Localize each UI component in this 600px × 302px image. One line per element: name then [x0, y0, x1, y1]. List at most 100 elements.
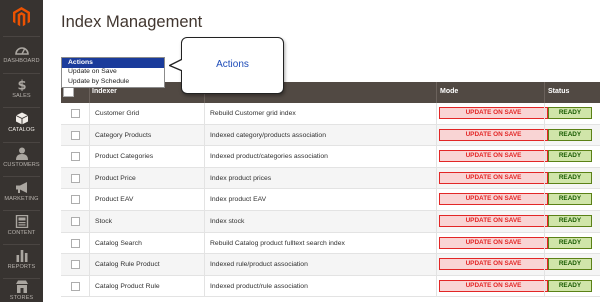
status-badge: READY [548, 171, 592, 184]
table-row[interactable]: Product Categories Indexed product/categ… [61, 146, 600, 168]
sidebar-divider [3, 244, 40, 245]
table-row[interactable]: Product EAV Index product EAV UPDATE ON … [61, 189, 600, 211]
sidebar-item-catalog[interactable]: CATALOG [0, 109, 43, 143]
column-divider [436, 167, 437, 189]
table-row[interactable]: Customer Grid Rebuild Customer grid inde… [61, 103, 600, 125]
indexer-cell: Category Products [95, 131, 152, 139]
sidebar-divider [3, 73, 40, 74]
row-checkbox[interactable] [71, 217, 80, 226]
row-checkbox[interactable] [71, 173, 80, 183]
table-row[interactable]: Stock Index stock UPDATE ON SAVE READY [61, 211, 600, 233]
table-row[interactable]: Catalog Search Rebuild Catalog product f… [61, 232, 600, 255]
mode-badge: UPDATE ON SAVE [439, 150, 548, 163]
column-divider [544, 254, 545, 275]
row-checkbox[interactable] [71, 238, 80, 248]
table-row[interactable]: Product Price Index product prices UPDAT… [61, 167, 600, 190]
column-divider [89, 103, 90, 124]
column-divider [204, 211, 205, 232]
sidebar-item-label: MARKETING [4, 196, 39, 202]
mode-badge: UPDATE ON SAVE [439, 258, 548, 271]
row-checkbox[interactable] [71, 260, 80, 270]
table-row[interactable]: Catalog Rule Product Indexed rule/produc… [61, 254, 600, 276]
column-divider [436, 189, 437, 210]
column-divider [204, 124, 205, 146]
magento-logo-icon[interactable] [0, 0, 43, 34]
description-cell: Indexed product/rule association [210, 282, 308, 290]
sidebar-item-content[interactable]: CONTENT [0, 212, 43, 246]
column-divider [436, 232, 437, 254]
status-badge: READY [548, 215, 592, 227]
dollar-icon: $ [17, 79, 26, 92]
option-update-by-schedule[interactable]: Update by Schedule [68, 78, 129, 85]
column-divider [204, 167, 205, 189]
column-divider [436, 211, 437, 232]
indexer-cell: Customer Grid [95, 110, 140, 117]
megaphone-icon [15, 182, 27, 193]
sidebar-item-label: SALES [12, 93, 31, 99]
indexer-cell: Stock [95, 218, 112, 225]
option-update-on-save[interactable]: Update on Save [68, 68, 117, 75]
column-divider [89, 189, 90, 210]
sidebar-item-marketing[interactable]: MARKETING [0, 178, 43, 212]
sidebar-item-dashboard[interactable]: DASHBOARD [0, 40, 43, 74]
description-cell: Indexed product/categories association [210, 153, 328, 161]
column-divider [89, 254, 90, 275]
column-header-mode[interactable]: Mode [440, 88, 458, 95]
sidebar-item-stores[interactable]: STORES [0, 278, 43, 302]
column-divider [89, 211, 90, 232]
row-checkbox[interactable] [71, 130, 80, 140]
column-divider [204, 254, 205, 275]
row-checkbox[interactable] [71, 109, 80, 118]
column-divider [436, 103, 437, 124]
status-badge: READY [548, 236, 592, 249]
table-row[interactable]: Category Products Indexed category/produ… [61, 124, 600, 147]
row-checkbox[interactable] [71, 281, 80, 291]
column-divider [204, 232, 205, 254]
mode-badge: UPDATE ON SAVE [439, 193, 548, 206]
indexer-cell: Product EAV [95, 196, 134, 204]
column-divider [544, 82, 545, 103]
column-header-indexer[interactable]: Indexer [92, 88, 117, 95]
column-divider [544, 103, 545, 124]
mode-badge: UPDATE ON SAVE [439, 279, 548, 292]
column-divider [89, 167, 90, 189]
description-cell: Index product prices [210, 174, 272, 182]
column-divider [544, 232, 545, 254]
column-divider [89, 275, 90, 297]
indexer-cell: Product Categories [95, 153, 154, 161]
status-badge: READY [548, 107, 592, 119]
sidebar-item-label: CATALOG [8, 127, 35, 133]
actions-dropdown[interactable]: Actions Update on Save Update by Schedul… [61, 57, 165, 88]
admin-sidebar: DASHBOARD $ SALES CATALOG CUSTOMERS MARK… [0, 0, 43, 302]
mode-badge: UPDATE ON SAVE [439, 215, 548, 227]
sidebar-divider [3, 142, 40, 143]
column-divider [544, 124, 545, 146]
mode-badge: UPDATE ON SAVE [439, 128, 548, 141]
column-divider [89, 124, 90, 146]
actions-selected-option[interactable]: Actions [62, 58, 164, 68]
column-divider [436, 82, 437, 103]
description-cell: Rebuild Catalog product fulltext search … [210, 239, 345, 247]
indexer-cell: Catalog Product Rule [95, 282, 160, 290]
store-icon [15, 280, 28, 293]
actions-callout: Actions [181, 37, 284, 94]
sidebar-item-customers[interactable]: CUSTOMERS [0, 144, 43, 178]
mode-badge: UPDATE ON SAVE [439, 236, 548, 249]
row-checkbox[interactable] [71, 195, 80, 205]
sidebar-item-label: CUSTOMERS [3, 162, 40, 168]
sidebar-divider [3, 176, 40, 177]
column-header-status[interactable]: Status [548, 88, 569, 95]
status-badge: READY [548, 193, 592, 206]
indexer-cell: Product Price [95, 174, 136, 182]
column-divider [436, 275, 437, 297]
mode-badge: UPDATE ON SAVE [439, 171, 548, 184]
column-divider [436, 124, 437, 146]
sidebar-item-reports[interactable]: REPORTS [0, 246, 43, 280]
sidebar-item-sales[interactable]: $ SALES [0, 75, 43, 109]
column-divider [436, 254, 437, 275]
table-row[interactable]: Catalog Product Rule Indexed product/rul… [61, 275, 600, 298]
row-checkbox[interactable] [71, 152, 80, 162]
column-divider [204, 275, 205, 297]
status-badge: READY [548, 279, 592, 292]
column-divider [544, 275, 545, 297]
